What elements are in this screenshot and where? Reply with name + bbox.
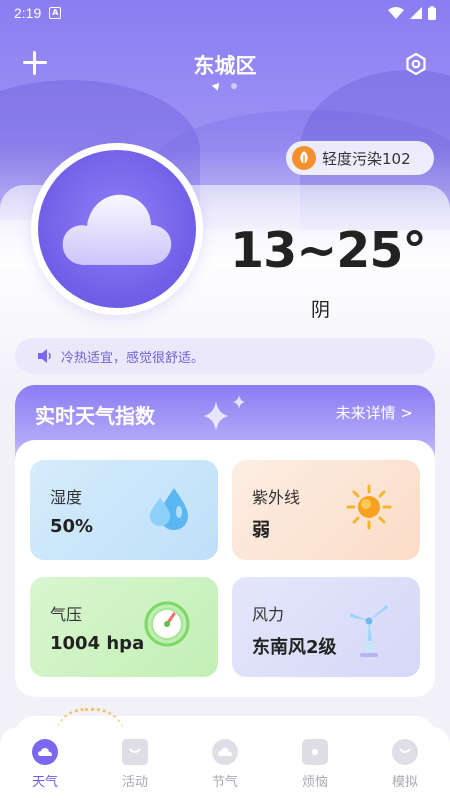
sparkle-icon (203, 401, 229, 431)
humidity-tile[interactable]: 湿度 50% (30, 460, 218, 560)
tab-label: 烦恼 (301, 775, 328, 790)
tab-label: 节气 (211, 775, 238, 790)
sun-icon (346, 484, 392, 530)
tab-solar-term[interactable]: 节气 (180, 727, 270, 801)
leaf-icon (292, 146, 316, 170)
worries-tab-icon (302, 739, 328, 765)
status-time: 2:19 (14, 5, 42, 21)
pressure-tile[interactable]: 气压 1004 hpa (30, 577, 218, 677)
index-title: 实时天气指数 (35, 404, 155, 428)
tile-value: 弱 (252, 520, 270, 541)
activity-tab-icon (122, 739, 148, 765)
status-bar: 2:19 A (0, 0, 450, 26)
tab-worries[interactable]: 烦恼 (270, 727, 360, 801)
wind-turbine-icon (350, 605, 388, 657)
tab-label: 模拟 (391, 775, 418, 790)
tile-label: 湿度 (50, 488, 83, 507)
weather-condition: 阴 (311, 299, 331, 321)
air-quality-badge[interactable]: 轻度污染102 (286, 141, 434, 175)
speaker-icon (38, 349, 51, 363)
cloud-icon (62, 194, 172, 265)
tab-label: 活动 (121, 775, 148, 790)
tile-value: 东南风2级 (252, 637, 337, 658)
sparkle-small-icon (233, 395, 245, 409)
forecast-details-link[interactable]: 未来详情 > (336, 402, 413, 423)
tab-label: 天气 (31, 775, 58, 790)
simulate-tab-icon (392, 739, 418, 765)
gauge-icon (144, 601, 190, 647)
index-grid: 湿度 50% 紫外线 弱 气压 1004 hpa 风力 东南风2级 (15, 440, 435, 697)
battery-icon (428, 6, 436, 20)
tile-value: 50% (50, 516, 94, 537)
tab-simulate[interactable]: 模拟 (360, 727, 450, 801)
water-drops-icon (150, 488, 188, 530)
tile-value: 1004 hpa (50, 633, 145, 654)
signal-icon (410, 7, 422, 19)
solar-term-tab-icon (212, 739, 238, 765)
air-quality-label: 轻度污染102 (322, 149, 411, 168)
bottom-tab-bar: 天气 活动 节气 烦恼 模拟 (0, 727, 450, 801)
tip-text: 冷热适宜，感觉很舒适。 (61, 350, 205, 366)
weather-icon-circle (31, 143, 203, 315)
tile-label: 风力 (252, 605, 285, 624)
notification-icon: A (49, 7, 62, 19)
wifi-icon (388, 7, 404, 19)
weather-tab-icon (32, 739, 58, 765)
tile-label: 气压 (50, 605, 83, 624)
temperature-range: 13~25° (230, 222, 427, 279)
page-dot (231, 82, 237, 89)
weather-index-card: 实时天气指数 未来详情 > 湿度 50% 紫外线 弱 气压 1004 hpa 风… (15, 385, 435, 697)
tile-label: 紫外线 (252, 488, 301, 507)
uv-tile[interactable]: 紫外线 弱 (232, 460, 420, 560)
settings-icon[interactable] (404, 52, 428, 76)
wind-tile[interactable]: 风力 东南风2级 (232, 577, 420, 677)
page-indicator (0, 80, 450, 91)
city-title[interactable]: 东城区 (0, 50, 450, 80)
comfort-tip: 冷热适宜，感觉很舒适。 (15, 338, 435, 374)
tab-weather[interactable]: 天气 (0, 727, 90, 801)
tab-activity[interactable]: 活动 (90, 727, 180, 801)
